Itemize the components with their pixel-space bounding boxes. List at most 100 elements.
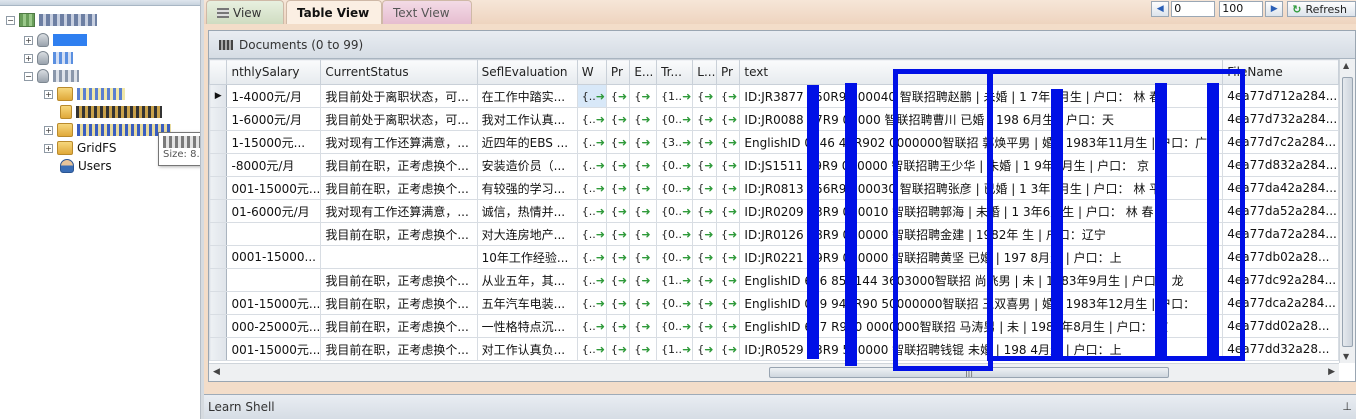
table-cell[interactable]: {0..➜: [656, 153, 694, 177]
table-cell[interactable]: {➜: [605, 268, 631, 292]
table-cell[interactable]: {1..➜: [656, 337, 694, 361]
tree-node-users[interactable]: Users: [60, 157, 112, 175]
table-cell[interactable]: {0..➜: [656, 245, 694, 269]
table-cell[interactable]: {➜: [605, 222, 631, 246]
vertical-scrollbar[interactable]: ▲ ▼: [1339, 59, 1355, 363]
table-cell[interactable]: {➜: [605, 199, 631, 223]
table-cell[interactable]: {➜: [715, 107, 741, 131]
table-cell[interactable]: {➜: [629, 176, 658, 200]
table-cell[interactable]: 001-15000元...: [226, 337, 322, 361]
table-cell[interactable]: {➜: [715, 337, 741, 361]
column-header[interactable]: CurrentStatus: [320, 59, 478, 85]
table-cell[interactable]: [226, 222, 322, 246]
table-cell[interactable]: {➜: [629, 268, 658, 292]
tab-tree-view[interactable]: View: [206, 0, 284, 24]
table-cell[interactable]: 我对工作认真...: [476, 107, 578, 131]
table-cell[interactable]: 我目前在职，正考虑换个...: [320, 314, 478, 338]
table-cell[interactable]: 从业五年，其...: [476, 268, 578, 292]
column-header[interactable]: Pr: [715, 59, 741, 85]
column-header[interactable]: Pr: [605, 59, 631, 85]
table-cell[interactable]: 001-15000元...: [226, 291, 322, 315]
tree-node-db-3[interactable]: −: [24, 67, 79, 85]
table-cell[interactable]: {1..➜: [656, 84, 694, 108]
table-cell[interactable]: 001-15000元...: [226, 176, 322, 200]
table-cell[interactable]: {➜: [629, 130, 658, 154]
table-cell[interactable]: {..➜: [576, 84, 607, 108]
row-selector[interactable]: [209, 222, 228, 246]
collapse-toggle[interactable]: −: [24, 71, 33, 81]
expand-toggle[interactable]: +: [24, 35, 33, 45]
table-cell[interactable]: {..➜: [576, 222, 607, 246]
table-cell[interactable]: {..➜: [576, 107, 607, 131]
limit-input[interactable]: 100: [1219, 1, 1264, 17]
table-cell[interactable]: {➜: [605, 153, 631, 177]
tab-table-view[interactable]: Table View: [286, 0, 382, 24]
table-cell[interactable]: {..➜: [576, 199, 607, 223]
row-selector[interactable]: [209, 153, 228, 177]
row-selector[interactable]: [209, 176, 228, 200]
table-cell[interactable]: 1-6000元/月: [226, 107, 322, 131]
table-cell[interactable]: 有较强的学习...: [476, 176, 578, 200]
table-cell[interactable]: {➜: [715, 176, 741, 200]
table-cell[interactable]: 安装造价员（...: [476, 153, 578, 177]
row-selector[interactable]: [209, 337, 228, 361]
table-cell[interactable]: {0..➜: [656, 222, 694, 246]
expand-toggle[interactable]: +: [44, 89, 53, 99]
row-selector[interactable]: [209, 291, 228, 315]
column-header[interactable]: Tr...: [656, 59, 694, 85]
table-cell[interactable]: {➜: [605, 245, 631, 269]
table-cell[interactable]: {0..➜: [656, 199, 694, 223]
prev-page-button[interactable]: ◀: [1151, 1, 1170, 17]
table-cell[interactable]: {➜: [629, 107, 658, 131]
row-selector[interactable]: [209, 199, 228, 223]
table-cell[interactable]: 我目前在职，正考虑换个...: [320, 222, 478, 246]
table-cell[interactable]: 我目前在职，正考虑换个...: [320, 153, 478, 177]
column-header[interactable]: W: [576, 59, 607, 85]
table-cell[interactable]: {➜: [605, 130, 631, 154]
table-cell[interactable]: {..➜: [576, 268, 607, 292]
table-cell[interactable]: {➜: [629, 245, 658, 269]
expand-toggle[interactable]: +: [24, 53, 33, 63]
refresh-button[interactable]: ↻ Refresh: [1287, 1, 1356, 17]
table-cell[interactable]: {➜: [605, 107, 631, 131]
table-cell[interactable]: {..➜: [576, 130, 607, 154]
column-header[interactable]: L...: [692, 59, 717, 85]
table-cell[interactable]: 01-6000元/月: [226, 199, 322, 223]
table-cell[interactable]: {➜: [692, 199, 717, 223]
table-cell[interactable]: {➜: [692, 245, 717, 269]
table-cell[interactable]: {..➜: [576, 291, 607, 315]
table-cell[interactable]: [226, 268, 322, 292]
tree-node-collections-2[interactable]: +: [44, 121, 171, 139]
table-cell[interactable]: 10年工作经验...: [476, 245, 578, 269]
table-cell[interactable]: 1-15000元...: [226, 130, 322, 154]
learn-shell-bar[interactable]: Learn Shell ⊥: [204, 394, 1356, 419]
table-cell[interactable]: 1-4000元/月: [226, 84, 322, 108]
table-cell[interactable]: [320, 245, 478, 269]
table-cell[interactable]: {3..➜: [656, 130, 694, 154]
column-header[interactable]: SeflEvaluation: [476, 59, 578, 85]
table-cell[interactable]: {➜: [692, 222, 717, 246]
table-cell[interactable]: {➜: [629, 222, 658, 246]
table-cell[interactable]: {➜: [692, 84, 717, 108]
scroll-down-arrow-icon[interactable]: ▼: [1343, 352, 1349, 361]
table-cell[interactable]: {➜: [715, 222, 741, 246]
table-cell[interactable]: 近四年的EBS ...: [476, 130, 578, 154]
scroll-right-arrow-icon[interactable]: ▶: [1328, 367, 1335, 377]
table-cell[interactable]: {➜: [605, 291, 631, 315]
table-cell[interactable]: 一性格特点沉...: [476, 314, 578, 338]
table-cell[interactable]: {➜: [605, 337, 631, 361]
table-cell[interactable]: {➜: [715, 130, 741, 154]
table-cell[interactable]: {0..➜: [656, 314, 694, 338]
table-cell[interactable]: 在工作中踏实...: [476, 84, 578, 108]
table-cell[interactable]: {➜: [692, 153, 717, 177]
column-header[interactable]: nthlySalary: [226, 59, 322, 85]
table-cell[interactable]: 我对现有工作还算满意，...: [320, 199, 478, 223]
table-cell[interactable]: {➜: [715, 245, 741, 269]
table-cell[interactable]: 我目前在职，正考虑换个...: [320, 337, 478, 361]
table-cell[interactable]: -8000元/月: [226, 153, 322, 177]
table-cell[interactable]: {➜: [629, 199, 658, 223]
tab-text-view[interactable]: Text View: [382, 0, 472, 24]
table-cell[interactable]: {➜: [629, 337, 658, 361]
table-cell[interactable]: {..➜: [576, 176, 607, 200]
table-cell[interactable]: {➜: [605, 84, 631, 108]
